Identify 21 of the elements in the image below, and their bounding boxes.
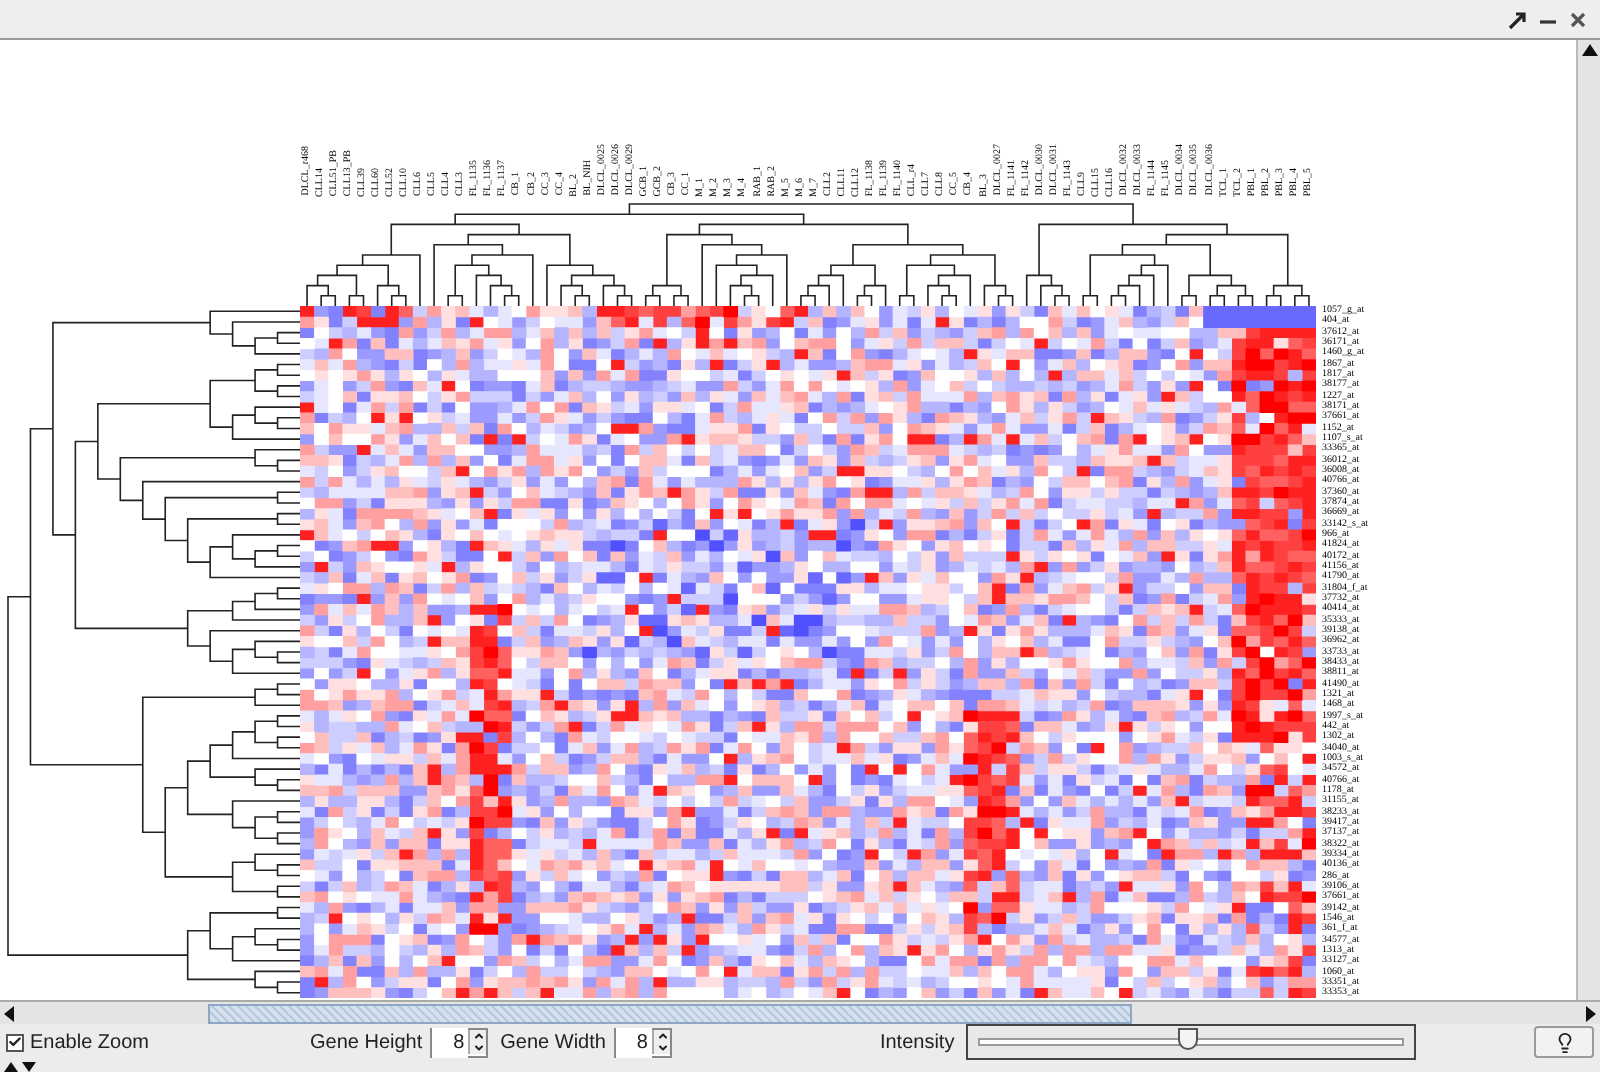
slider-thumb[interactable] xyxy=(1177,1028,1198,1050)
collapse-toggle-icon[interactable] xyxy=(4,1060,36,1072)
number-spinner[interactable]: 8 xyxy=(430,1027,489,1057)
number-spinner[interactable]: 8 xyxy=(613,1027,672,1057)
spinner-input[interactable]: 8 xyxy=(432,1027,469,1057)
field-label: Gene Height xyxy=(310,1029,423,1057)
vertical-scrollbar[interactable] xyxy=(1576,40,1600,1000)
slider-track[interactable] xyxy=(966,1024,1417,1060)
field-label: Gene Width xyxy=(500,1029,606,1057)
checkbox[interactable] xyxy=(6,1033,24,1051)
scrollbar-thumb[interactable] xyxy=(208,1003,1132,1023)
checkbox-label[interactable]: Enable Zoom xyxy=(30,1027,310,1057)
horizontal-scrollbar[interactable] xyxy=(0,1000,1600,1024)
hint-button[interactable] xyxy=(1534,1026,1594,1058)
scroll-up-icon[interactable] xyxy=(1581,44,1597,56)
lightbulb-icon xyxy=(1553,1031,1575,1053)
check-icon xyxy=(8,1034,22,1050)
field-label: Intensity xyxy=(879,1029,955,1057)
close-icon[interactable] xyxy=(1568,9,1588,29)
undock-icon[interactable] xyxy=(1508,9,1528,29)
spinner-input[interactable]: 8 xyxy=(615,1027,652,1057)
